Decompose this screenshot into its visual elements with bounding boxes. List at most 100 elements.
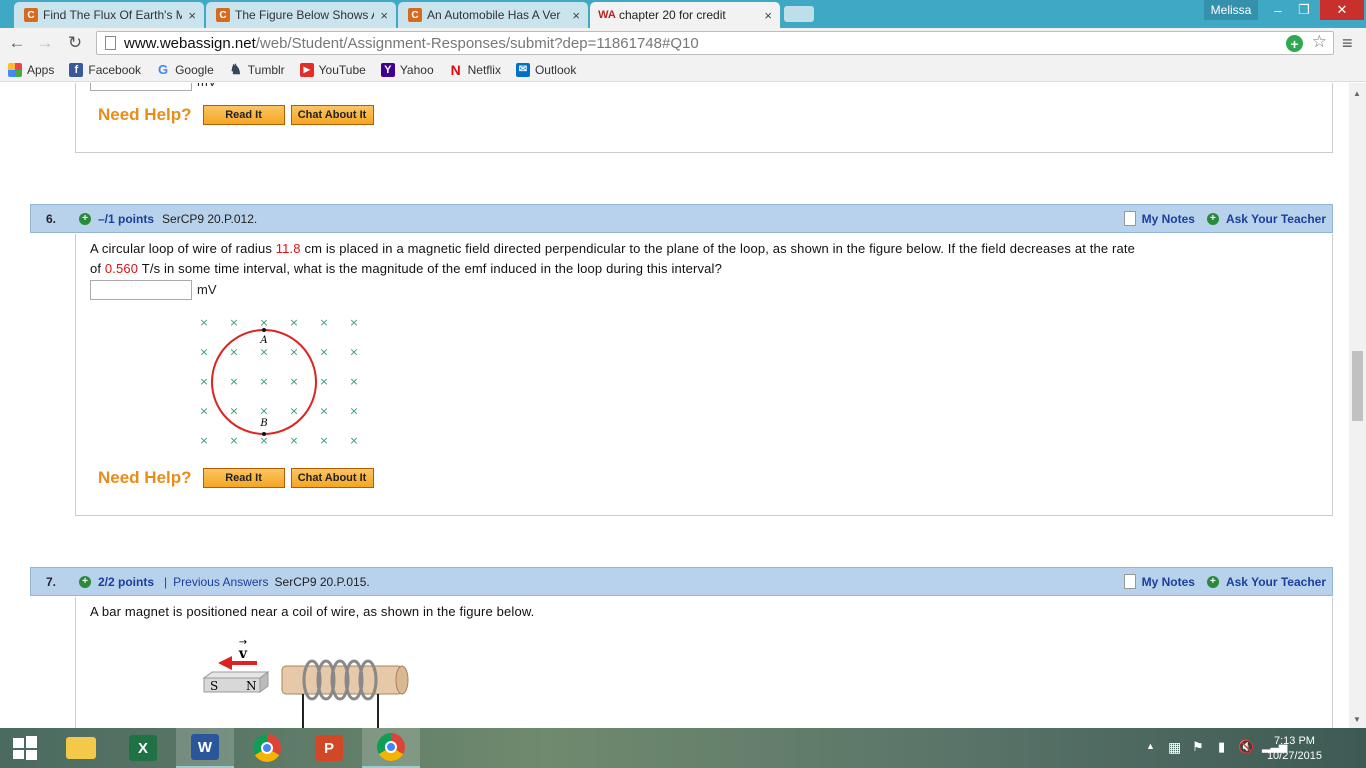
page-scrollbar[interactable]: ▲ ▼ xyxy=(1349,83,1366,728)
bookmark-google[interactable]: G Google xyxy=(156,62,214,77)
volume-muted-icon[interactable]: 🔇 xyxy=(1238,739,1254,755)
velocity-label: v xyxy=(238,646,248,662)
field-x-marker: × xyxy=(349,346,358,359)
battery-icon[interactable]: ▮ xyxy=(1218,739,1225,755)
field-x-marker: × xyxy=(349,316,358,329)
bookmark-netflix[interactable]: N Netflix xyxy=(449,61,501,78)
start-button[interactable] xyxy=(0,728,50,768)
extension-plus-icon[interactable]: + xyxy=(1286,35,1303,52)
close-tab-icon[interactable]: × xyxy=(188,8,196,23)
tab-find-the-flux[interactable]: C Find The Flux Of Earth's M × xyxy=(14,2,204,28)
field-x-marker: × xyxy=(319,316,328,329)
previous-answer-input[interactable] xyxy=(90,83,192,91)
expand-plus-icon[interactable]: + xyxy=(79,212,91,225)
question-6-header: 6. + –/1 points SerCP9 20.P.012. My Note… xyxy=(30,204,1333,233)
chegg-favicon-icon: C xyxy=(408,8,422,22)
bookmark-apps[interactable]: Apps xyxy=(8,62,55,77)
chrome-menu-icon[interactable]: ≡ xyxy=(1342,33,1353,54)
bookmark-youtube[interactable]: ▶ YouTube xyxy=(299,62,366,77)
new-tab-button[interactable] xyxy=(784,6,814,22)
vector-arrow-icon: → xyxy=(239,637,247,648)
my-notes-link[interactable]: My Notes xyxy=(1142,212,1195,226)
field-x-marker: × xyxy=(199,316,208,329)
close-window-icon[interactable]: ✕ xyxy=(1320,0,1364,20)
tab-chapter-20[interactable]: WA chapter 20 for credit × xyxy=(590,2,780,28)
field-x-marker: × xyxy=(319,375,328,388)
bookmark-star-icon[interactable]: ☆ xyxy=(1312,32,1327,52)
excel-button[interactable]: X xyxy=(114,728,172,768)
close-tab-icon[interactable]: × xyxy=(572,8,580,23)
chat-about-it-button[interactable]: Chat About It xyxy=(290,468,374,488)
previous-unit-label: mV xyxy=(197,83,217,89)
tray-expand-icon[interactable]: ▲ xyxy=(1146,741,1155,751)
browser-title-bar: C Find The Flux Of Earth's M × C The Fig… xyxy=(0,0,1366,28)
chrome-button[interactable] xyxy=(238,728,296,768)
bookmark-facebook[interactable]: f Facebook xyxy=(69,62,141,77)
netflix-icon: N xyxy=(450,61,461,78)
question-points[interactable]: 2/2 points xyxy=(98,575,154,589)
ask-your-teacher-link[interactable]: Ask Your Teacher xyxy=(1226,212,1326,226)
scroll-down-icon[interactable]: ▼ xyxy=(1353,715,1361,724)
restore-icon[interactable]: ❐ xyxy=(1290,0,1318,20)
bookmark-yahoo[interactable]: Y Yahoo xyxy=(380,62,434,77)
google-icon: G xyxy=(158,62,169,77)
outlook-icon: ✉ xyxy=(515,62,530,77)
scroll-up-icon[interactable]: ▲ xyxy=(1353,89,1361,98)
field-x-marker: × xyxy=(259,316,268,329)
back-arrow-icon[interactable]: ← xyxy=(6,32,28,54)
minimize-icon[interactable]: – xyxy=(1264,0,1292,20)
scrollbar-thumb[interactable] xyxy=(1352,351,1363,421)
bookmark-label: Apps xyxy=(27,62,55,77)
previous-answers-link[interactable]: Previous Answers xyxy=(173,575,268,589)
profile-user-button[interactable]: Melissa xyxy=(1204,0,1258,20)
my-notes-link[interactable]: My Notes xyxy=(1142,575,1195,589)
field-x-marker: × xyxy=(229,405,238,418)
question-7-actions: My Notes + Ask Your Teacher xyxy=(1123,574,1332,589)
file-explorer-button[interactable] xyxy=(52,728,110,768)
bar-magnet-coil-figure: v → S N xyxy=(202,637,409,728)
tab-title: Find The Flux Of Earth's M xyxy=(43,8,183,22)
forward-arrow-icon[interactable]: → xyxy=(34,32,56,54)
previous-need-help: Need Help? Read It Chat About It xyxy=(98,105,380,125)
close-tab-icon[interactable]: × xyxy=(380,8,388,23)
close-tab-icon[interactable]: × xyxy=(764,8,772,23)
point-b-label: B xyxy=(259,418,267,429)
ask-your-teacher-link[interactable]: Ask Your Teacher xyxy=(1226,575,1326,589)
tab-title: chapter 20 for credit xyxy=(619,8,726,22)
field-x-marker: × xyxy=(289,434,298,447)
question-code: SerCP9 20.P.015. xyxy=(274,574,370,589)
powerpoint-button[interactable]: P xyxy=(300,728,358,768)
bookmark-label: Yahoo xyxy=(399,62,434,77)
bookmarks-bar: Apps f Facebook G Google ♞ Tumblr ▶ YouT… xyxy=(0,58,1366,82)
question-6-actions: My Notes + Ask Your Teacher xyxy=(1123,211,1332,226)
chat-about-it-button[interactable]: Chat About It xyxy=(290,105,374,125)
bookmark-tumblr[interactable]: ♞ Tumblr xyxy=(229,61,284,77)
bookmark-label: YouTube xyxy=(318,62,366,77)
question-text-part: T/s in some time interval, what is the m… xyxy=(138,261,722,276)
magnetic-loop-figure: × × × × × ×× × × × × ×× × × × × ×× × × × × ×× × × × × × A B xyxy=(199,316,358,447)
address-bar[interactable]: www.webassign.net/web/Student/Assignment… xyxy=(96,31,1334,55)
field-x-marker: × xyxy=(229,316,238,329)
read-it-button[interactable]: Read It xyxy=(202,468,285,488)
question-points[interactable]: –/1 points xyxy=(98,212,154,226)
expand-plus-icon[interactable]: + xyxy=(79,575,91,588)
word-button[interactable]: W xyxy=(176,728,234,768)
field-x-marker: × xyxy=(289,405,298,418)
field-x-marker: × xyxy=(259,346,268,359)
question-6-answer-input[interactable] xyxy=(90,280,192,300)
field-x-marker: × xyxy=(199,375,208,388)
field-x-marker: × xyxy=(289,346,298,359)
ask-teacher-plus-icon: + xyxy=(1206,212,1219,225)
tab-figure-below-shows[interactable]: C The Figure Below Shows A × xyxy=(206,2,396,28)
read-it-button[interactable]: Read It xyxy=(202,105,285,125)
tab-automobile[interactable]: C An Automobile Has A Ver × xyxy=(398,2,588,28)
taskbar-clock[interactable]: 7:13 PM 10/27/2015 xyxy=(1267,734,1322,764)
action-center-icon[interactable]: ▦ xyxy=(1168,739,1181,756)
file-explorer-icon xyxy=(66,737,96,759)
notes-icon xyxy=(1123,574,1136,589)
network-flag-icon[interactable]: ⚑ xyxy=(1192,739,1204,755)
reload-icon[interactable]: ↻ xyxy=(64,32,86,54)
bookmark-outlook[interactable]: ✉ Outlook xyxy=(515,62,576,77)
point-b-dot xyxy=(262,432,266,436)
chrome-active-button[interactable] xyxy=(362,728,420,768)
